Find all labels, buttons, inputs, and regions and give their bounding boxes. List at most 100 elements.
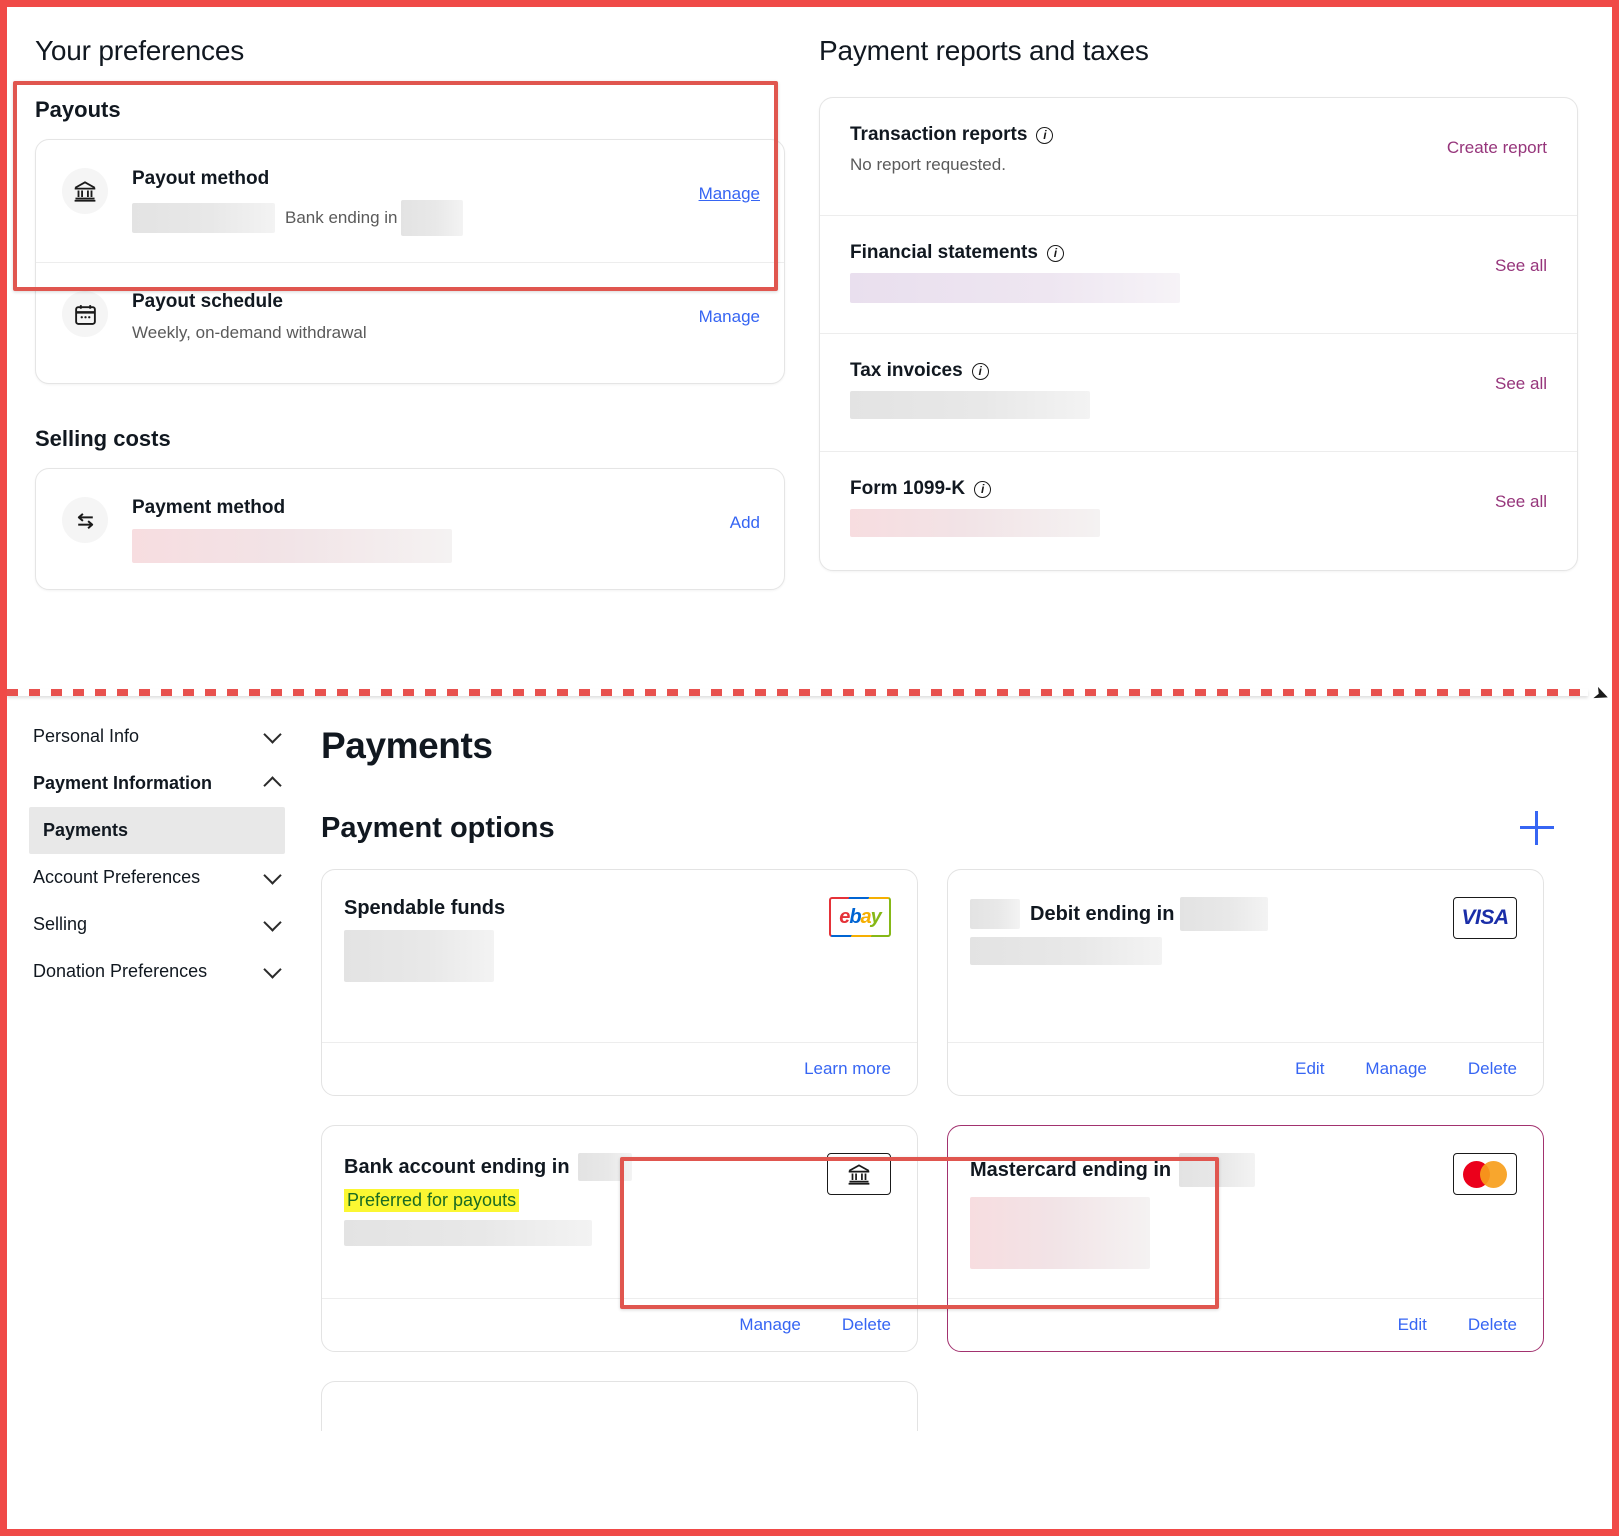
report-desc bbox=[850, 391, 1090, 419]
card-title-text: Debit ending in bbox=[1030, 902, 1175, 925]
redacted-block bbox=[970, 1197, 1150, 1269]
card-actions: Manage Delete bbox=[322, 1298, 917, 1351]
payout-schedule-manage-link[interactable]: Manage bbox=[699, 307, 760, 326]
edit-link[interactable]: Edit bbox=[1295, 1059, 1324, 1079]
see-all-form-1099k-link[interactable]: See all bbox=[1495, 492, 1547, 511]
card-info: Mastercard ending in bbox=[970, 1153, 1256, 1284]
chevron-down-icon bbox=[263, 959, 282, 979]
payment-card-debit[interactable]: Debit ending in VISA Edit Manage Delete bbox=[947, 869, 1544, 1096]
delete-link[interactable]: Delete bbox=[1468, 1315, 1517, 1335]
add-payment-method-link[interactable]: Add bbox=[730, 513, 760, 532]
report-action: Create report bbox=[1447, 124, 1547, 158]
card-title: Debit ending in bbox=[970, 897, 1269, 931]
dashed-line bbox=[7, 689, 1588, 696]
chevron-up-icon bbox=[263, 776, 282, 795]
sidebar-item-label: Donation Preferences bbox=[33, 961, 208, 981]
sidebar-item-selling[interactable]: Selling bbox=[29, 901, 285, 948]
payout-method-subtext: Bank ending in bbox=[132, 200, 685, 236]
sidebar-item-payment-information[interactable]: Payment Information bbox=[29, 760, 285, 807]
payment-card-mastercard[interactable]: Mastercard ending in Edit Delete bbox=[947, 1125, 1544, 1352]
payout-method-info: Payout method Bank ending in bbox=[132, 166, 685, 236]
see-all-financial-link[interactable]: See all bbox=[1495, 256, 1547, 275]
mastercard-logo-icon bbox=[1453, 1153, 1517, 1195]
reports-title: Payment reports and taxes bbox=[819, 35, 1149, 66]
info-icon[interactable]: i bbox=[1036, 126, 1054, 144]
card-actions: Edit Manage Delete bbox=[948, 1042, 1543, 1095]
redacted-block bbox=[132, 529, 452, 563]
report-row-transaction: Transaction reports i No report requeste… bbox=[820, 98, 1577, 216]
create-report-link[interactable]: Create report bbox=[1447, 138, 1547, 157]
payment-card-partial[interactable] bbox=[321, 1381, 918, 1431]
card-redacted-value bbox=[970, 1197, 1255, 1269]
redacted-block bbox=[132, 203, 275, 233]
sidebar-item-label: Personal Info bbox=[33, 726, 140, 746]
payout-method-action: Manage bbox=[699, 166, 760, 204]
selling-payment-method-title: Payment method bbox=[132, 497, 286, 518]
card-body: Mastercard ending in bbox=[948, 1126, 1543, 1298]
manage-link[interactable]: Manage bbox=[739, 1315, 800, 1335]
card-title-text: Mastercard ending in bbox=[970, 1158, 1172, 1181]
payments-content: Payments Payment options Spendable funds bbox=[307, 697, 1612, 1529]
redacted-block bbox=[1180, 897, 1269, 931]
card-redacted-value bbox=[344, 1220, 632, 1246]
selling-payment-method-info: Payment method bbox=[132, 495, 716, 563]
delete-link[interactable]: Delete bbox=[1468, 1059, 1517, 1079]
payout-schedule-title: Payout schedule bbox=[132, 291, 283, 312]
redacted-block bbox=[344, 930, 494, 982]
info-icon[interactable]: i bbox=[1046, 244, 1064, 262]
sidebar-item-label: Selling bbox=[33, 914, 88, 934]
payout-schedule-subtext: Weekly, on-demand withdrawal bbox=[132, 323, 367, 342]
mastercard-orange-circle bbox=[1480, 1160, 1507, 1188]
payments-page-title: Payments bbox=[321, 725, 493, 766]
report-action: See all bbox=[1495, 242, 1547, 276]
report-label: Transaction reports i bbox=[850, 124, 1054, 146]
payout-schedule-row: Payout schedule Weekly, on-demand withdr… bbox=[36, 263, 784, 383]
redacted-block bbox=[850, 273, 1180, 303]
bank-icon bbox=[62, 168, 108, 214]
visa-logo-icon: VISA bbox=[1453, 897, 1517, 939]
payouts-heading: Payouts bbox=[35, 97, 121, 122]
info-icon[interactable]: i bbox=[974, 480, 992, 498]
delete-link[interactable]: Delete bbox=[842, 1315, 891, 1335]
payout-method-manage-link[interactable]: Manage bbox=[699, 184, 760, 203]
report-row-info: Financial statements i bbox=[850, 242, 1180, 303]
card-info: Bank account ending in Preferred for pay… bbox=[344, 1153, 632, 1284]
card-title: Bank account ending in bbox=[344, 1153, 632, 1181]
report-row-info: Tax invoices i bbox=[850, 360, 1090, 419]
payout-method-title: Payout method bbox=[132, 168, 270, 189]
add-payment-option-button[interactable] bbox=[1520, 811, 1554, 845]
preferences-panel: Your preferences Payouts Payout method B… bbox=[7, 7, 1612, 679]
card-title: Spendable funds bbox=[344, 897, 506, 919]
card-redacted-value bbox=[970, 937, 1268, 965]
payment-card-spendable-funds[interactable]: Spendable funds ebay Learn more bbox=[321, 869, 918, 1096]
calendar-icon bbox=[62, 291, 108, 337]
bank-ending-label: Bank ending in bbox=[285, 208, 398, 227]
edit-link[interactable]: Edit bbox=[1398, 1315, 1427, 1335]
sidebar-item-donation-preferences[interactable]: Donation Preferences bbox=[29, 948, 285, 995]
sidebar-item-personal-info[interactable]: Personal Info bbox=[29, 713, 285, 760]
redacted-block bbox=[970, 937, 1162, 965]
manage-link[interactable]: Manage bbox=[1365, 1059, 1426, 1079]
report-row-info: Form 1099-K i bbox=[850, 478, 1100, 537]
learn-more-link[interactable]: Learn more bbox=[804, 1059, 891, 1079]
card-body: Bank account ending in Preferred for pay… bbox=[322, 1126, 917, 1298]
sidebar-item-payments[interactable]: Payments bbox=[29, 807, 285, 854]
sidebar-nav: Personal Info Payment Information Paymen… bbox=[7, 697, 307, 1529]
panel-separator: ➤ bbox=[7, 683, 1612, 706]
payment-card-bank-account[interactable]: Bank account ending in Preferred for pay… bbox=[321, 1125, 918, 1352]
card-actions: Edit Delete bbox=[948, 1298, 1543, 1351]
sidebar-item-label: Account Preferences bbox=[33, 867, 201, 887]
chevron-down-icon bbox=[263, 912, 282, 932]
selling-costs-heading: Selling costs bbox=[35, 426, 171, 451]
card-body: Debit ending in VISA bbox=[948, 870, 1543, 1042]
bank-logo-icon bbox=[827, 1153, 891, 1195]
selling-payment-method-row: Payment method Add bbox=[36, 469, 784, 589]
report-desc bbox=[850, 509, 1100, 537]
card-redacted-value bbox=[344, 930, 505, 982]
selling-costs-card: Payment method Add bbox=[35, 468, 785, 590]
report-label-text: Transaction reports bbox=[850, 124, 1028, 145]
report-action: See all bbox=[1495, 478, 1547, 512]
sidebar-item-account-preferences[interactable]: Account Preferences bbox=[29, 854, 285, 901]
see-all-tax-invoices-link[interactable]: See all bbox=[1495, 374, 1547, 393]
info-icon[interactable]: i bbox=[971, 362, 989, 380]
